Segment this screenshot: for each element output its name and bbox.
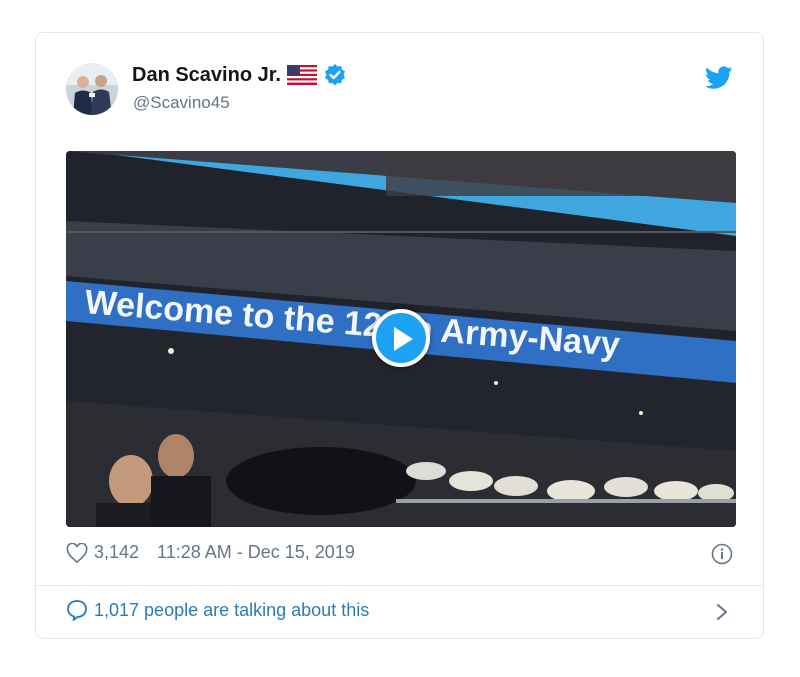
reply-bubble-icon	[66, 599, 88, 621]
talking-count[interactable]: 1,017 people are talking about this	[94, 600, 369, 621]
avatar[interactable]	[66, 63, 118, 115]
video-thumbnail[interactable]: Welcome to the 120th Army-Navy	[66, 151, 736, 527]
chevron-right-icon[interactable]	[715, 603, 729, 621]
us-flag-icon	[286, 65, 317, 85]
tweet-timestamp[interactable]: 11:28 AM - Dec 15, 2019	[157, 542, 355, 563]
play-button[interactable]	[372, 309, 430, 367]
author-name-row[interactable]: Dan Scavino Jr.	[132, 63, 347, 87]
author-handle[interactable]: @Scavino45	[133, 93, 230, 113]
heart-icon[interactable]	[66, 542, 88, 563]
like-count[interactable]: 3,142	[94, 542, 139, 563]
tweet-card: Dan Scavino Jr. @Scavino45 Welcome to th…	[35, 32, 764, 639]
display-name[interactable]: Dan Scavino Jr.	[132, 64, 281, 87]
verified-badge-icon	[323, 63, 347, 87]
divider	[36, 585, 763, 586]
tweet-meta-row: 3,142 11:28 AM - Dec 15, 2019	[66, 542, 355, 563]
conversation-link[interactable]: 1,017 people are talking about this	[66, 599, 369, 621]
twitter-bird-icon[interactable]	[704, 66, 733, 90]
play-icon	[394, 327, 413, 351]
info-icon[interactable]	[711, 543, 733, 565]
